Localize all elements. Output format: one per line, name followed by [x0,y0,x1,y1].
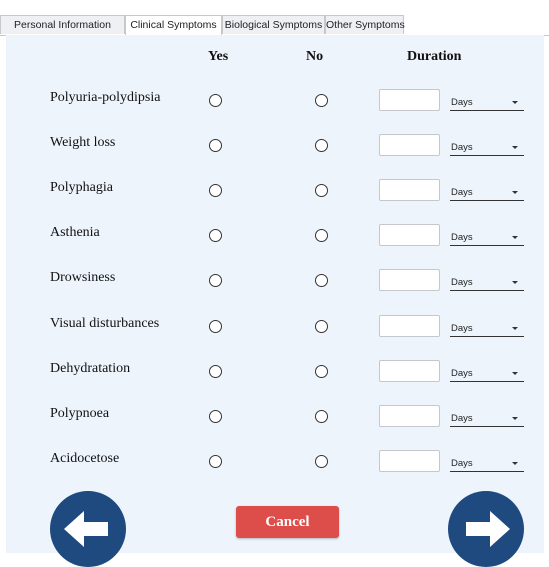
yes-radio[interactable] [209,94,222,107]
chevron-down-icon [512,462,518,465]
no-radio[interactable] [315,229,328,242]
duration-unit-select[interactable]: Days [450,450,524,472]
yes-radio[interactable] [209,455,222,468]
duration-unit-value: Days [451,368,473,379]
yes-radio[interactable] [209,229,222,242]
chevron-down-icon [512,372,518,375]
duration-input[interactable] [379,405,440,427]
symptom-label: Asthenia [50,225,100,240]
symptom-label: Dehydratation [50,361,131,376]
symptom-label: Drowsiness [50,270,116,285]
no-radio[interactable] [315,94,328,107]
chevron-down-icon [512,281,518,284]
duration-unit-select[interactable]: Days [450,360,524,382]
duration-input[interactable] [379,269,440,291]
window-top [0,0,549,9]
no-radio[interactable] [315,320,328,333]
duration-unit-value: Days [451,142,473,153]
duration-unit-value: Days [451,323,473,334]
symptom-label: Acidocetose [50,451,120,466]
duration-unit-value: Days [451,97,473,108]
no-radio[interactable] [315,184,328,197]
duration-unit-value: Days [451,232,473,243]
symptom-label: Polyuria-polydipsia [50,90,161,105]
no-radio[interactable] [315,410,328,423]
clinical-symptoms-panel [6,35,544,553]
duration-unit-value: Days [451,413,473,424]
chevron-down-icon [512,101,518,104]
arrow-left-icon [64,511,108,547]
no-radio[interactable] [315,274,328,287]
chevron-down-icon [512,417,518,420]
duration-unit-select[interactable]: Days [450,224,524,246]
duration-input[interactable] [379,179,440,201]
duration-input[interactable] [379,450,440,472]
chevron-down-icon [512,327,518,330]
symptom-label: Weight loss [50,135,116,150]
duration-input[interactable] [379,224,440,246]
duration-input[interactable] [379,360,440,382]
chevron-down-icon [512,191,518,194]
duration-unit-value: Days [451,458,473,469]
duration-unit-select[interactable]: Days [450,134,524,156]
back-button[interactable] [50,491,126,567]
column-header-duration: Duration [407,49,462,64]
next-button[interactable] [448,491,524,567]
duration-unit-value: Days [451,187,473,198]
no-radio[interactable] [315,139,328,152]
yes-radio[interactable] [209,274,222,287]
chevron-down-icon [512,236,518,239]
duration-unit-value: Days [451,277,473,288]
chevron-down-icon [512,146,518,149]
tab-clinical-symptoms[interactable]: Clinical Symptoms [125,15,222,36]
arrow-right-icon [466,511,510,547]
column-header-yes: Yes [208,49,229,64]
tab-personal-information[interactable]: Personal Information [0,15,125,34]
duration-input[interactable] [379,315,440,337]
duration-unit-select[interactable]: Days [450,315,524,337]
duration-input[interactable] [379,89,440,111]
no-radio[interactable] [315,365,328,378]
symptom-label: Polypnoea [50,406,110,421]
duration-unit-select[interactable]: Days [450,89,524,111]
symptom-label: Visual disturbances [50,316,160,331]
duration-unit-select[interactable]: Days [450,405,524,427]
symptom-label: Polyphagia [50,180,113,195]
tab-biological-symptoms[interactable]: Biological Symptoms [222,15,325,34]
column-header-no: No [306,49,324,64]
yes-radio[interactable] [209,410,222,423]
yes-radio[interactable] [209,139,222,152]
yes-radio[interactable] [209,320,222,333]
duration-unit-select[interactable]: Days [450,179,524,201]
no-radio[interactable] [315,455,328,468]
duration-unit-select[interactable]: Days [450,269,524,291]
yes-radio[interactable] [209,365,222,378]
yes-radio[interactable] [209,184,222,197]
tab-bar: Personal Information Clinical Symptoms B… [0,15,549,36]
cancel-button[interactable]: Cancel [236,506,339,538]
tab-other-symptoms[interactable]: Other Symptoms [325,15,405,34]
duration-input[interactable] [379,134,440,156]
